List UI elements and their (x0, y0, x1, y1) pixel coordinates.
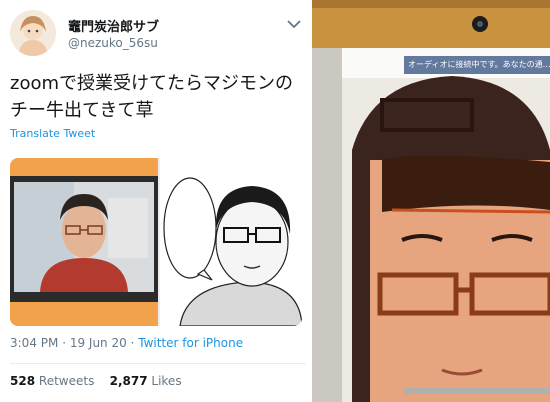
tweet-date[interactable]: 19 Jun 20 (70, 336, 127, 350)
likes-stat[interactable]: 2,877 Likes (110, 374, 182, 388)
chevron-down-icon[interactable] (284, 14, 304, 34)
likes-count: 2,877 (109, 374, 148, 388)
display-name[interactable]: 竈門炭治郎サブ (68, 16, 159, 35)
tweet-media[interactable] (10, 158, 302, 326)
zoom-audio-banner: オーディオに接続中です。あなたの通… (404, 56, 550, 74)
laptop-camera-photo: オーディオに接続中です。あなたの通… (312, 0, 550, 402)
zoom-screenshot-image[interactable] (10, 158, 158, 326)
tweet-stats: 528 Retweets 2,877 Likes (10, 374, 182, 388)
manga-drawing-image[interactable] (160, 158, 302, 326)
tweet-card: 竈門炭治郎サブ @nezuko_56su zoomで授業受けてたらマジモンのチー… (0, 0, 312, 402)
tweet-meta: 3:04 PM · 19 Jun 20 · Twitter for iPhone (10, 336, 244, 350)
divider (10, 363, 306, 364)
tweet-source[interactable]: Twitter for iPhone (138, 336, 243, 350)
translate-tweet-link[interactable]: Translate Tweet (10, 127, 95, 140)
retweets-label: Retweets (38, 374, 95, 388)
user-handle[interactable]: @nezuko_56su (68, 36, 158, 50)
avatar[interactable] (10, 10, 56, 56)
tweet-text: zoomで授業受けてたらマジモンのチー牛出てきて草 (10, 73, 294, 121)
likes-label: Likes (151, 374, 182, 388)
retweets-count: 528 (10, 374, 36, 388)
retweets-stat[interactable]: 528 Retweets (10, 374, 94, 388)
tweet-time[interactable]: 3:04 PM (10, 336, 58, 350)
